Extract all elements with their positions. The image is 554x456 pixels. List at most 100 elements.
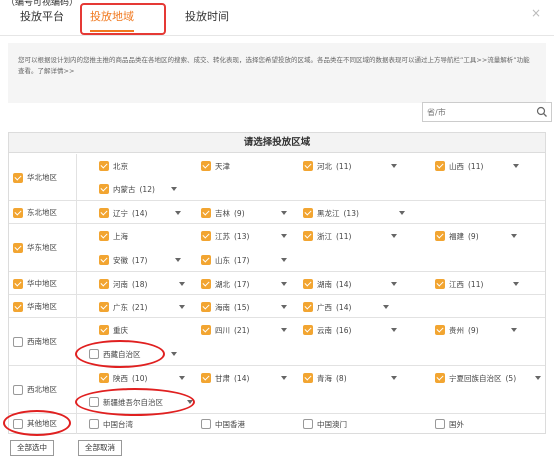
region-checkbox-east[interactable]: 华东地区 [13,242,57,253]
region-checkbox-north[interactable]: 华北地区 [13,172,57,183]
chevron-down-icon[interactable] [391,282,397,286]
learn-more-link[interactable]: 了解详情>> [38,67,75,75]
region-row-north: 华北地区 北京 天津 河北 (11) 山西 (11) 内蒙古 (12) [9,154,545,201]
chevron-down-icon[interactable] [391,376,397,380]
province-hongkong[interactable]: 中国香港 [201,418,245,430]
chevron-down-icon[interactable] [187,400,193,404]
chevron-down-icon[interactable] [175,211,181,215]
chevron-down-icon[interactable] [513,282,519,286]
province-jiangxi[interactable]: 江西 (11) [435,278,531,290]
province-zhejiang[interactable]: 浙江 (11) [303,230,399,242]
province-gansu[interactable]: 甘肃 (14) [201,372,297,384]
province-hainan[interactable]: 海南 (15) [201,301,297,313]
close-icon[interactable]: × [531,6,541,20]
chevron-down-icon[interactable] [281,211,287,215]
province-jiangsu[interactable]: 江苏 (13) [201,230,297,242]
province-hunan[interactable]: 湖南 (14) [303,278,399,290]
checkbox-unchecked-icon [13,418,23,429]
province-jilin[interactable]: 吉林 (9) [201,207,297,219]
province-taiwan[interactable]: 中国台湾 [89,418,133,430]
chevron-down-icon[interactable] [391,328,397,332]
province-shanghai[interactable]: 上海 [99,230,128,242]
region-checkbox-south[interactable]: 华南地区 [13,301,57,312]
region-checkbox-central[interactable]: 华中地区 [13,278,57,289]
province-overseas[interactable]: 国外 [435,418,464,430]
chevron-down-icon[interactable] [391,234,397,238]
chevron-down-icon[interactable] [179,282,185,286]
province-tianjin[interactable]: 天津 [201,160,230,172]
chevron-down-icon[interactable] [281,305,287,309]
province-shandong[interactable]: 山东 (17) [201,254,297,266]
chevron-down-icon[interactable] [383,305,389,309]
checkbox-unchecked-icon [89,419,99,429]
tab-time[interactable]: 投放时间 [185,8,229,24]
tab-platform[interactable]: 投放平台 [20,8,64,24]
chevron-down-icon[interactable] [281,328,287,332]
checkbox-checked-icon [99,161,109,171]
checkbox-checked-icon [201,302,211,312]
chevron-down-icon[interactable] [179,376,185,380]
province-yunnan[interactable]: 云南 (16) [303,324,399,336]
province-anhui[interactable]: 安徽 (17) [99,254,195,266]
chevron-down-icon[interactable] [535,376,541,380]
province-name: 吉林 [215,208,230,218]
chevron-down-icon[interactable] [281,376,287,380]
region-checkbox-northeast[interactable]: 东北地区 [13,207,57,218]
select-all-button[interactable]: 全部选中 [10,440,54,456]
chevron-down-icon[interactable] [281,234,287,238]
province-guangxi[interactable]: 广西 (14) [303,301,399,313]
province-guizhou[interactable]: 贵州 (9) [435,324,531,336]
region-label: 西北地区 [27,385,57,394]
region-checkbox-other[interactable]: 其他地区 [13,418,57,429]
province-henan[interactable]: 河南 (18) [99,278,195,290]
province-fujian[interactable]: 福建 (9) [435,230,531,242]
province-heilongjiang[interactable]: 黑龙江 (13) [303,207,407,219]
province-name: 黑龙江 [317,208,340,218]
province-name: 陕西 [113,373,128,383]
province-guangdong[interactable]: 广东 (21) [99,301,195,313]
chevron-down-icon[interactable] [171,187,177,191]
chevron-down-icon[interactable] [175,258,181,262]
province-sichuan[interactable]: 四川 (21) [201,324,297,336]
checkbox-unchecked-icon [435,419,445,429]
province-shanxi[interactable]: 山西 (11) [435,160,531,172]
province-neimenggu[interactable]: 内蒙古 (12) [99,183,195,195]
province-shaanxi[interactable]: 陕西 (10) [99,372,195,384]
cancel-all-button[interactable]: 全部取消 [78,440,122,456]
region-label: 华中地区 [27,279,57,288]
province-count: (18) [132,279,148,289]
province-hubei[interactable]: 湖北 (17) [201,278,297,290]
province-name: 内蒙古 [113,184,136,194]
province-name: 重庆 [113,325,128,335]
region-checkbox-northwest[interactable]: 西北地区 [13,384,57,395]
province-name: 天津 [215,161,230,171]
chevron-down-icon[interactable] [511,328,517,332]
chevron-down-icon[interactable] [399,211,405,215]
checkbox-checked-icon [201,208,211,218]
province-beijing[interactable]: 北京 [99,160,128,172]
province-liaoning[interactable]: 辽宁 (14) [99,207,195,219]
chevron-down-icon[interactable] [391,164,397,168]
search-icon[interactable] [536,106,548,118]
chevron-down-icon[interactable] [281,258,287,262]
province-count: (9) [234,208,245,218]
province-macau[interactable]: 中国澳门 [303,418,347,430]
province-hebei[interactable]: 河北 (11) [303,160,399,172]
search-input[interactable] [427,105,537,119]
region-label: 华北地区 [27,173,57,182]
province-xinjiang[interactable]: 新疆维吾尔自治区 [89,396,195,408]
province-chongqing[interactable]: 重庆 [99,324,128,336]
checkbox-checked-icon [201,255,211,265]
chevron-down-icon[interactable] [171,352,177,356]
province-xizang[interactable]: 西藏自治区 [89,348,185,360]
checkbox-checked-icon [13,242,23,253]
province-ningxia[interactable]: 宁夏回族自治区 (5) [435,372,543,384]
province-count: (21) [234,325,250,335]
province-qinghai[interactable]: 青海 (8) [303,372,399,384]
chevron-down-icon[interactable] [513,164,519,168]
chevron-down-icon[interactable] [511,234,517,238]
checkbox-checked-icon [201,373,211,383]
chevron-down-icon[interactable] [281,282,287,286]
chevron-down-icon[interactable] [179,305,185,309]
region-checkbox-southwest[interactable]: 西南地区 [13,336,57,347]
